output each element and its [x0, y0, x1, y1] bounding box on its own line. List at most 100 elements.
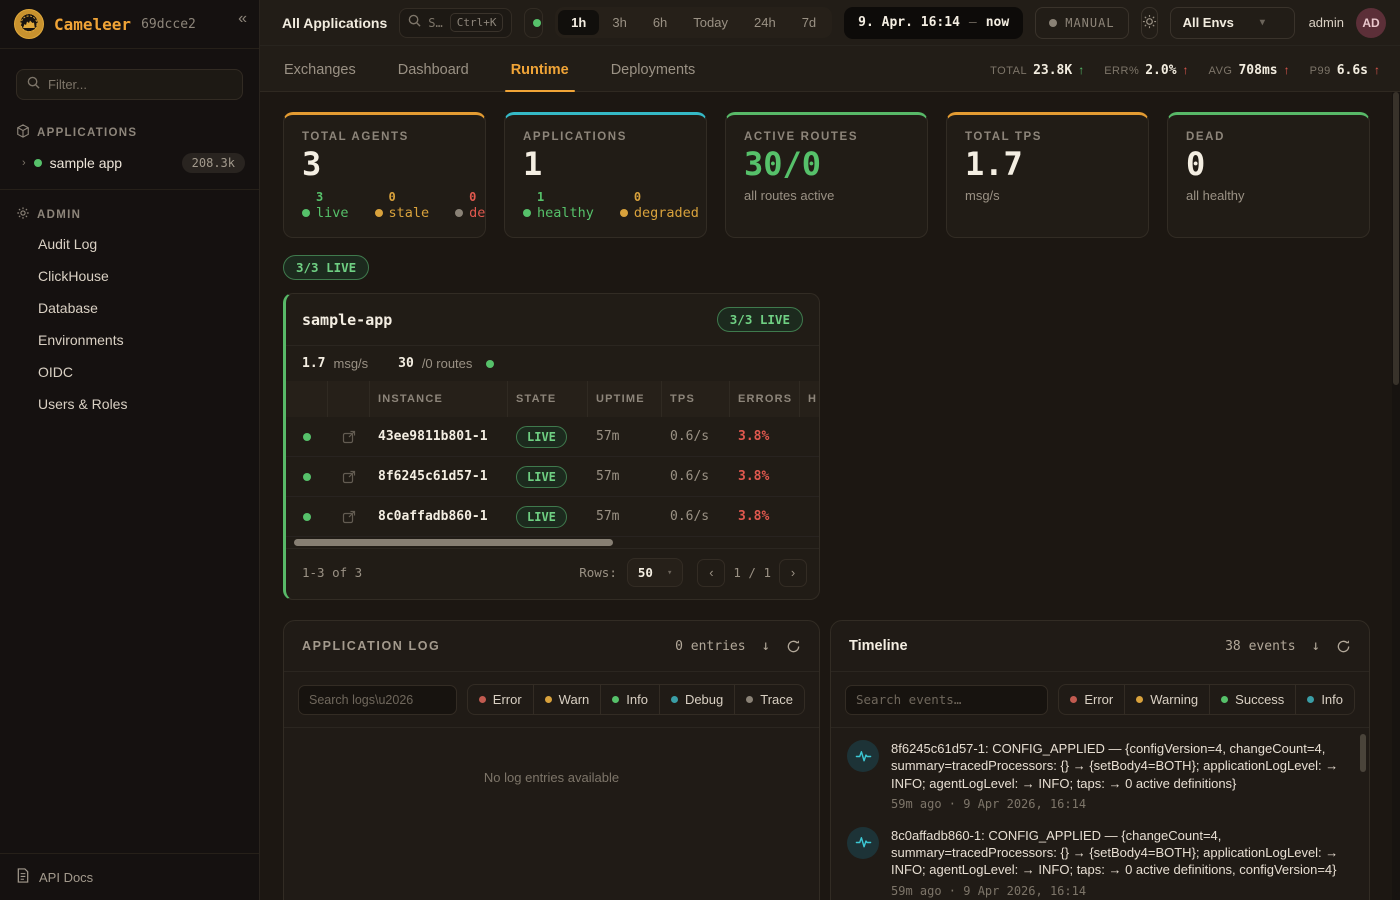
activity-pulse-icon [847, 740, 879, 772]
instance-status-dot [303, 473, 311, 481]
prev-page-button[interactable]: ‹ [697, 559, 725, 587]
filter-warn[interactable]: Warn [534, 685, 602, 714]
sidebar-filter-input[interactable] [48, 77, 232, 92]
log-search[interactable] [298, 685, 457, 715]
time-range-3h[interactable]: 3h [599, 10, 639, 35]
degraded-dot [620, 209, 628, 217]
instance-id: 8c0affadb860-1 [370, 509, 508, 524]
instance-id: 43ee9811b801-1 [370, 429, 508, 444]
app-name: sample-app [302, 311, 392, 329]
h-cell: 5 [800, 469, 820, 484]
theme-toggle-button[interactable] [1141, 7, 1158, 39]
sidebar-filter[interactable] [16, 69, 243, 100]
timeline-panel: Timeline 38 events ↓ Error Warn [830, 620, 1370, 900]
external-link-icon[interactable] [328, 470, 370, 484]
date-to: now [986, 15, 1009, 30]
page-indicator: 1 / 1 [733, 565, 771, 580]
table-row[interactable]: 8c0affadb860-1 LIVE 57m 0.6/s 3.8% 5 [286, 497, 819, 537]
filter-trace[interactable]: Trace [735, 685, 804, 714]
timeline-search-input[interactable] [856, 692, 1037, 707]
app-tps-value: 1.7 [302, 356, 325, 371]
filter-label: Info [1321, 692, 1343, 707]
filter-success[interactable]: Success [1210, 685, 1296, 714]
rows-range: 1-3 of 3 [302, 565, 362, 580]
sidebar-item-users-roles[interactable]: Users & Roles [0, 389, 259, 419]
sidebar-item-environments[interactable]: Environments [0, 325, 259, 355]
external-link-icon[interactable] [328, 510, 370, 524]
api-docs-link[interactable]: API Docs [0, 853, 259, 900]
table-header-row: INSTANCE STATE UPTIME TPS ERRORS H [286, 381, 819, 417]
card-subtitle: all routes active [744, 188, 909, 203]
time-range-7d[interactable]: 7d [789, 10, 829, 35]
sidebar-item-database[interactable]: Database [0, 293, 259, 323]
page-scrollbar-thumb[interactable] [1393, 92, 1399, 385]
filter-label: Warning [1150, 692, 1198, 707]
refresh-icon[interactable] [786, 639, 801, 654]
metric-value: 6.6s [1337, 63, 1368, 78]
app-routes-value: 30 [398, 356, 414, 371]
sidebar-collapse-button[interactable]: « [238, 10, 247, 28]
timeline-search[interactable] [845, 685, 1048, 715]
external-link-icon[interactable] [328, 430, 370, 444]
sub-num: 1 [537, 190, 594, 205]
filter-info[interactable]: Info [1296, 685, 1354, 714]
filter-error[interactable]: Error [1059, 685, 1125, 714]
tab-deployments[interactable]: Deployments [609, 50, 698, 91]
filter-label: Success [1235, 692, 1284, 707]
timeline-scrollbar-thumb[interactable] [1360, 734, 1366, 772]
app-live-badge: 3/3 LIVE [717, 307, 803, 332]
time-range-24h[interactable]: 24h [741, 10, 789, 35]
runtime-content: TOTAL AGENTS 3 3live 0stale 0dead APPLIC… [260, 92, 1400, 900]
avatar[interactable]: AD [1356, 8, 1386, 38]
time-range-6h[interactable]: 6h [640, 10, 680, 35]
date-range-picker[interactable]: 9. Apr. 16:14 — now [844, 7, 1023, 39]
timeline-event[interactable]: 8f6245c61d57-1: CONFIG_APPLIED — {config… [847, 740, 1351, 811]
warn-dot [545, 696, 552, 703]
table-row[interactable]: 8f6245c61d57-1 LIVE 57m 0.6/s 3.8% 5 [286, 457, 819, 497]
tab-dashboard[interactable]: Dashboard [396, 50, 471, 91]
environment-selected: All Envs [1183, 15, 1234, 30]
expand-chevron-icon[interactable]: › [22, 157, 26, 169]
sub-label: live [316, 205, 349, 222]
state-badge: LIVE [516, 466, 567, 488]
tab-exchanges[interactable]: Exchanges [282, 50, 358, 91]
sidebar-header: Cameleer 69dcce2 « [0, 0, 259, 49]
online-status-button[interactable]: O [524, 8, 543, 38]
environment-select[interactable]: All Envs ▾ [1170, 7, 1295, 39]
manual-mode-label: MANUAL [1065, 16, 1114, 30]
refresh-icon[interactable] [1336, 639, 1351, 654]
metric-label: P99 [1310, 65, 1331, 77]
scrollbar-thumb[interactable] [294, 539, 613, 546]
timeline-event[interactable]: 8c0affadb860-1: CONFIG_APPLIED — {change… [847, 827, 1351, 898]
app-card-header[interactable]: sample-app 3/3 LIVE [286, 294, 819, 346]
error-dot [1070, 696, 1077, 703]
sidebar-item-clickhouse[interactable]: ClickHouse [0, 261, 259, 291]
log-search-input[interactable] [309, 693, 446, 707]
sidebar-item-sample-app[interactable]: › sample app 208.3k [0, 147, 259, 179]
sidebar-item-audit-log[interactable]: Audit Log [0, 229, 259, 259]
tab-runtime[interactable]: Runtime [509, 50, 571, 91]
time-range-1h[interactable]: 1h [558, 10, 599, 35]
main-column: All Applications S… Ctrl+K O 1h 3h 6h To… [260, 0, 1400, 900]
card-title: DEAD [1186, 131, 1351, 143]
filter-warning[interactable]: Warning [1125, 685, 1210, 714]
table-row[interactable]: 43ee9811b801-1 LIVE 57m 0.6/s 3.8% 2 [286, 417, 819, 457]
errors-cell: 3.8% [730, 429, 800, 444]
metric-value: 2.0% [1145, 63, 1176, 78]
filter-error[interactable]: Error [468, 685, 534, 714]
metric-p99: P99 6.6s ↑ [1310, 63, 1380, 78]
timeline-title: Timeline [849, 638, 908, 654]
download-icon[interactable]: ↓ [1312, 638, 1320, 654]
rows-per-page-select[interactable]: 50 ▾ [627, 558, 683, 587]
sidebar-item-oidc[interactable]: OIDC [0, 357, 259, 387]
refresh-mode-button[interactable]: MANUAL [1035, 7, 1128, 39]
download-icon[interactable]: ↓ [762, 638, 770, 654]
next-page-button[interactable]: › [779, 559, 807, 587]
trend-up-icon: ↑ [1183, 63, 1189, 77]
time-range-today[interactable]: Today [680, 10, 741, 35]
filter-info[interactable]: Info [601, 685, 660, 714]
date-from: 9. Apr. 16:14 [858, 15, 960, 30]
filter-debug[interactable]: Debug [660, 685, 735, 714]
global-search-button[interactable]: S… Ctrl+K [399, 8, 512, 38]
card-value: 0 [1186, 147, 1351, 182]
